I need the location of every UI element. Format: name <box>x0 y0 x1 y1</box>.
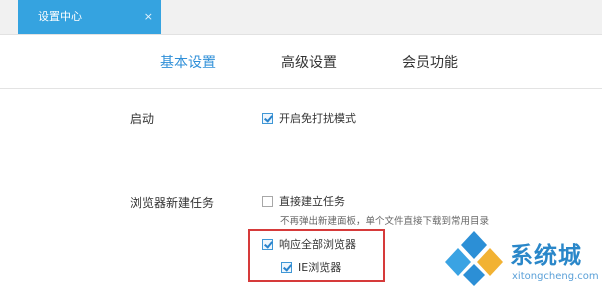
watermark-logo-icon <box>445 231 503 286</box>
close-icon[interactable]: × <box>144 0 153 34</box>
respond-all-browsers-label: 响应全部浏览器 <box>279 238 356 251</box>
ie-browser-label: IE浏览器 <box>298 261 342 274</box>
ie-browser-checkbox[interactable] <box>281 261 292 273</box>
respond-all-browsers-option[interactable]: 响应全部浏览器 <box>262 236 356 252</box>
tab-advanced-settings[interactable]: 高级设置 <box>281 52 337 72</box>
direct-create-label: 直接建立任务 <box>279 195 345 208</box>
dnd-mode-option[interactable]: 开启免打扰模式 <box>262 110 356 126</box>
section-label-startup: 启动 <box>130 112 155 126</box>
settings-center-window: 设置中心 × 基本设置 高级设置 会员功能 启动 开启免打扰模式 浏览器新建任务… <box>0 0 602 287</box>
tab-member-features[interactable]: 会员功能 <box>402 52 458 72</box>
dnd-mode-checkbox[interactable] <box>262 112 273 124</box>
respond-all-browsers-checkbox[interactable] <box>262 238 273 250</box>
title-bar: 设置中心 × <box>0 0 602 35</box>
watermark: 系统城 xitongcheng.com <box>442 228 602 287</box>
tab-basic-settings[interactable]: 基本设置 <box>160 52 216 72</box>
dnd-mode-label: 开启免打扰模式 <box>279 112 356 125</box>
window-tab-title: 设置中心 <box>38 10 82 23</box>
window-tab-settings-center[interactable]: 设置中心 × <box>18 0 161 34</box>
direct-create-checkbox[interactable] <box>262 195 273 207</box>
settings-nav: 基本设置 高级设置 会员功能 <box>0 34 602 89</box>
section-label-browser-task: 浏览器新建任务 <box>130 196 215 210</box>
watermark-brand: 系统城 <box>510 243 582 269</box>
direct-create-hint: 不再弹出新建面板，单个文件直接下载到常用目录 <box>280 216 490 227</box>
ie-browser-option[interactable]: IE浏览器 <box>281 259 341 275</box>
watermark-url: xitongcheng.com <box>512 271 599 282</box>
direct-create-option[interactable]: 直接建立任务 <box>262 193 345 209</box>
